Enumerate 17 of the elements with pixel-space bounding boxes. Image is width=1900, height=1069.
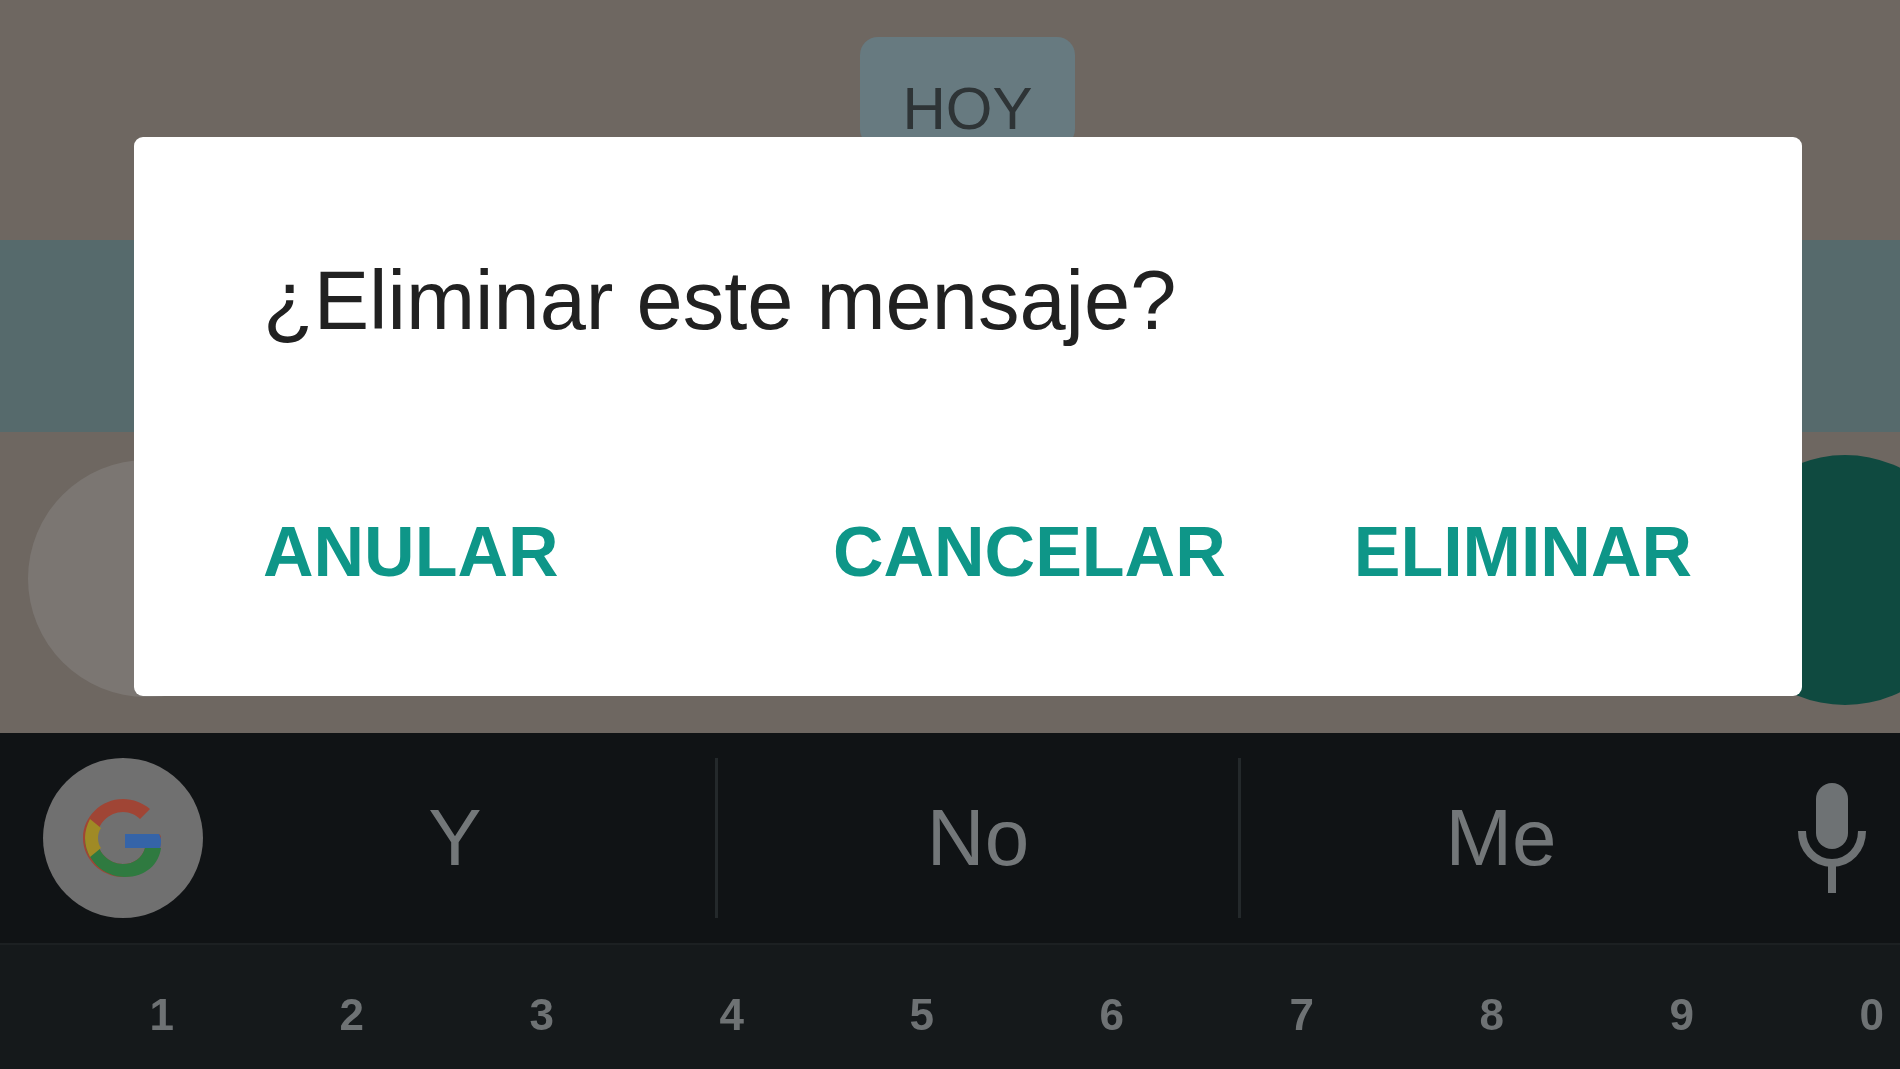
key-number-hint: 6 (1099, 993, 1124, 1037)
key-number-hint: 2 (339, 993, 364, 1037)
key-number-hint: 7 (1289, 993, 1314, 1037)
key-number-hint: 8 (1479, 993, 1504, 1037)
delete-button[interactable]: ELIMINAR (1353, 514, 1692, 592)
cancel-button[interactable]: CANCELAR (832, 514, 1226, 592)
key-number-hint: 5 (909, 993, 934, 1037)
suggestion-chip[interactable]: No (926, 792, 1030, 884)
key-number-hint: 0 (1859, 993, 1884, 1037)
key-number-hint: 1 (149, 993, 174, 1037)
key-number-hint: 3 (529, 993, 554, 1037)
key-number-hint: 9 (1669, 993, 1694, 1037)
dialog-title: ¿Eliminar este mensaje? (263, 255, 1177, 347)
suggestion-chip[interactable]: Y (428, 792, 482, 884)
dismiss-button[interactable]: ANULAR (263, 514, 559, 592)
key-number-hint: 4 (719, 993, 744, 1037)
suggestion-chip[interactable]: Me (1445, 792, 1557, 884)
